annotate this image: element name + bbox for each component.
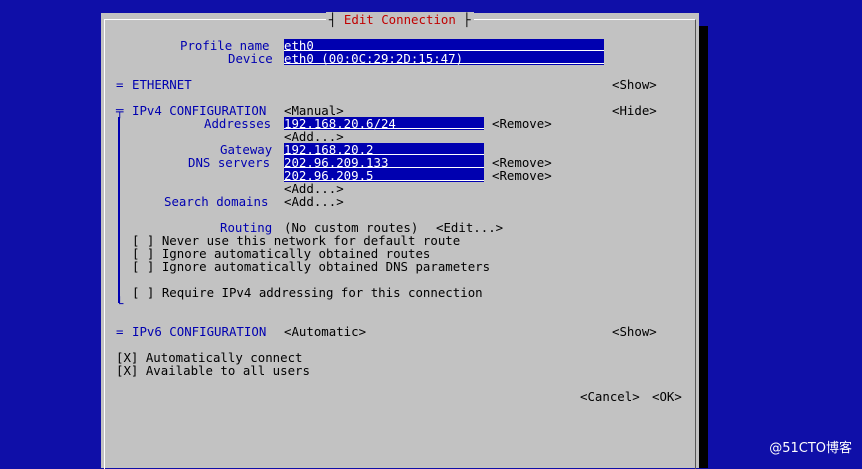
ipv6-method-select[interactable]: <Automatic> [284, 325, 366, 338]
ethernet-show-button[interactable]: <Show> [612, 78, 657, 91]
device-field[interactable]: eth0 (00:0C:29:2D:15:47) [284, 52, 604, 65]
device-label: Device [228, 51, 273, 66]
ipv6-marker: = [116, 324, 124, 339]
ipv4-hide-button[interactable]: <Hide> [612, 104, 657, 117]
ipv6-header: IPv6 CONFIGURATION [132, 324, 267, 339]
watermark: @51CTO博客 [769, 441, 852, 456]
address-remove-button[interactable]: <Remove> [492, 117, 552, 130]
ipv4-end-marker: └ [116, 296, 124, 311]
ipv4-section-line [118, 117, 120, 303]
ethernet-marker: = [116, 77, 124, 92]
dns-servers-label: DNS servers [188, 155, 271, 170]
address-add-button[interactable]: <Add...> [284, 130, 344, 143]
require-ipv4-checkbox[interactable]: [ ] Require IPv4 addressing for this con… [132, 286, 483, 299]
search-domains-add-button[interactable]: <Add...> [284, 195, 344, 208]
ipv6-show-button[interactable]: <Show> [612, 325, 657, 338]
addresses-label: Addresses [204, 116, 272, 131]
ok-button[interactable]: <OK> [652, 390, 682, 403]
window-title-text: Edit Connection [343, 12, 456, 27]
search-domains-label: Search domains [164, 194, 269, 209]
dns-2-remove-button[interactable]: <Remove> [492, 169, 552, 182]
all-users-checkbox[interactable]: [X] Available to all users [116, 364, 310, 377]
window-shadow [699, 26, 708, 468]
dns-server-field-1[interactable]: 202.96.209.133 [284, 156, 484, 169]
window-title: ┤ Edit Connection ├ [326, 12, 474, 27]
ipv4-method-select[interactable]: <Manual> [284, 104, 344, 117]
ethernet-header: ETHERNET [132, 77, 192, 92]
ignore-dns-checkbox[interactable]: [ ] Ignore automatically obtained DNS pa… [132, 260, 490, 273]
cancel-button[interactable]: <Cancel> [580, 390, 640, 403]
ipv4-marker: ╤ [116, 103, 124, 118]
profile-name-field[interactable]: eth0 [284, 39, 604, 52]
gateway-field[interactable]: 192.168.20.2 [284, 143, 484, 156]
